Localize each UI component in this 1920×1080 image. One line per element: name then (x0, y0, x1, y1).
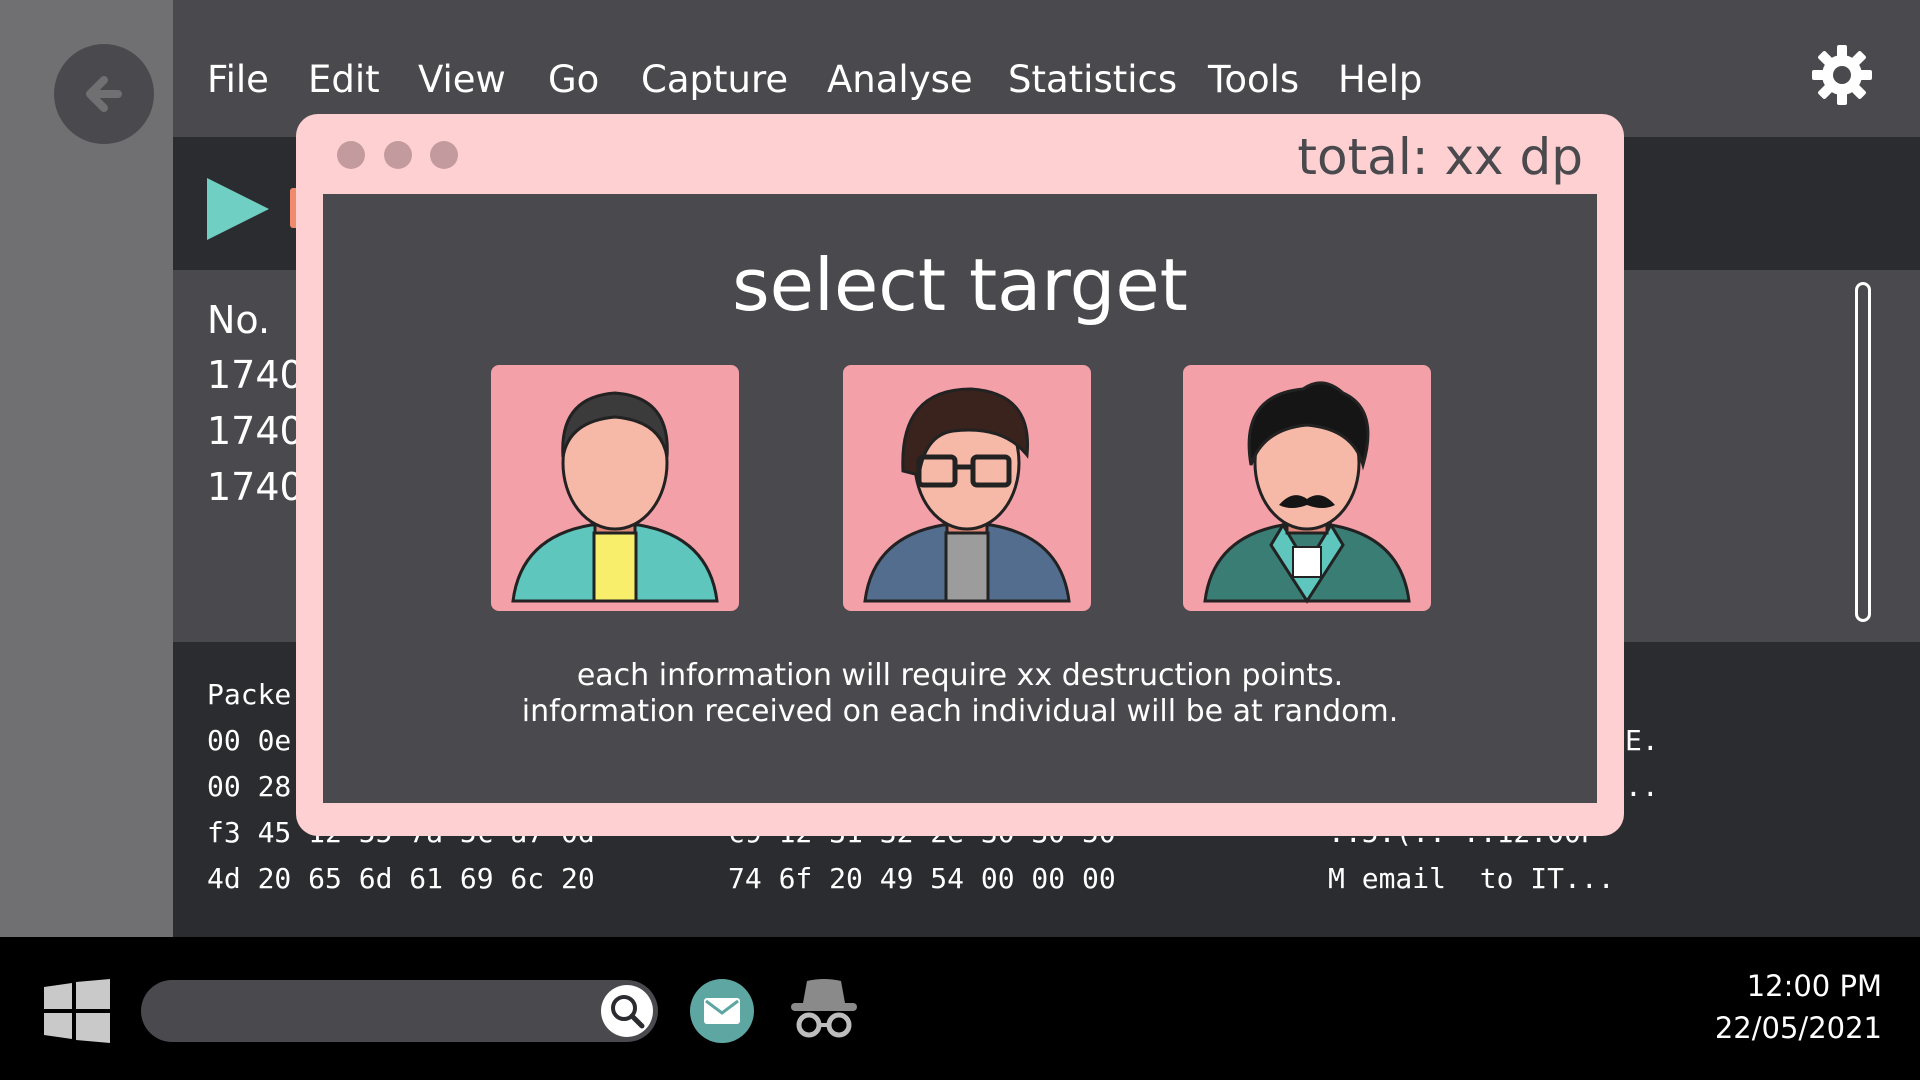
ascii-line: M email to IT... (1328, 862, 1615, 895)
play-icon[interactable] (207, 178, 269, 240)
target-card-2[interactable] (843, 365, 1091, 611)
hex-line: 00 28 (207, 770, 292, 803)
menu-file[interactable]: File (207, 58, 269, 101)
mail-icon[interactable] (690, 979, 754, 1043)
windows-logo-icon[interactable] (44, 979, 110, 1043)
window-dot[interactable] (384, 141, 412, 169)
menu-statistics[interactable]: Statistics (1008, 58, 1177, 101)
menu-capture[interactable]: Capture (641, 58, 788, 101)
spy-icon[interactable] (789, 977, 859, 1039)
clock-date: 22/05/2021 (1714, 1011, 1882, 1045)
clock-time: 12:00 PM (1746, 969, 1882, 1003)
menu-go[interactable]: Go (548, 58, 599, 101)
hex-line: 74 6f 20 49 54 00 00 00 (728, 862, 1116, 895)
menu-edit[interactable]: Edit (308, 58, 380, 101)
packet-list-header: No. (207, 298, 271, 342)
note-line-2: information received on each individual … (521, 694, 1399, 729)
ascii-line: E. (1625, 724, 1659, 757)
search-input[interactable] (141, 980, 658, 1042)
note-line-1: each information will require xx destruc… (576, 658, 1344, 693)
modal-title: select target (732, 243, 1188, 327)
menu-help[interactable]: Help (1338, 58, 1422, 101)
target-card-1[interactable] (491, 365, 739, 611)
menu-analyse[interactable]: Analyse (827, 58, 973, 101)
back-button[interactable] (54, 44, 154, 144)
menu-tools[interactable]: Tools (1208, 58, 1299, 101)
avatar-man-short-hair-icon (511, 391, 719, 603)
hex-line: 00 0e (207, 724, 292, 757)
destruction-points-total: total: xx dp (1297, 128, 1583, 186)
search-icon[interactable] (601, 985, 653, 1037)
scrollbar[interactable] (1855, 282, 1871, 622)
bytes-header: Packe (207, 678, 292, 711)
ascii-line: .. (1625, 770, 1659, 803)
hex-line: 4d 20 65 6d 61 69 6c 20 (207, 862, 595, 895)
avatar-man-mustache-icon (1203, 381, 1411, 604)
menu-view[interactable]: View (418, 58, 506, 101)
target-card-3[interactable] (1183, 365, 1431, 611)
avatar-man-glasses-icon (863, 387, 1071, 603)
window-dot[interactable] (430, 141, 458, 169)
arrow-left-icon (86, 76, 122, 112)
window-dot[interactable] (337, 141, 365, 169)
system-clock[interactable]: 12:00 PM 22/05/2021 (1715, 965, 1882, 1049)
gear-icon[interactable] (1810, 43, 1874, 107)
